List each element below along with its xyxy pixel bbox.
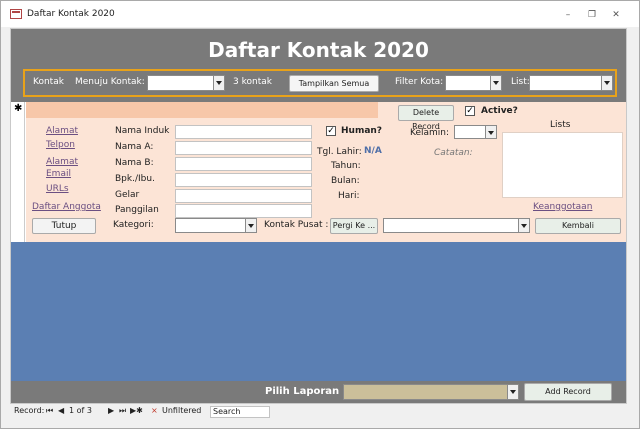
menuju-kontak-label: Menuju Kontak: (75, 77, 145, 87)
panggilan-label: Panggilan (115, 205, 159, 215)
chevron-down-icon[interactable] (485, 126, 496, 138)
list-combo[interactable] (529, 75, 613, 91)
active-checkbox[interactable]: ✓ (465, 106, 475, 116)
catatan-label: Catatan: (434, 148, 473, 158)
record-selector[interactable]: ✱ (11, 102, 25, 242)
kembali-button[interactable]: Kembali (535, 218, 621, 234)
pilih-laporan-combo[interactable] (343, 384, 519, 400)
record-position[interactable]: 1 of 3 (69, 406, 92, 415)
nama-b-field[interactable] (175, 157, 312, 171)
active-label: Active? (481, 106, 518, 116)
filter-status[interactable]: Unfiltered (162, 406, 201, 415)
bpk-field[interactable] (175, 173, 312, 187)
kontak-pusat-label: Kontak Pusat : (264, 220, 329, 230)
chevron-down-icon[interactable] (518, 219, 529, 232)
lists-label: Lists (550, 120, 571, 130)
record-panel: Alamat Telpon Alamat Email URLs Daftar A… (26, 102, 626, 242)
tgl-lahir-label: Tgl. Lahir: (317, 147, 362, 157)
gelar-field[interactable] (175, 189, 312, 203)
chevron-down-icon[interactable] (507, 385, 518, 399)
bulan-label: Bulan: (331, 176, 360, 186)
kategori-label: Kategori: (113, 220, 154, 230)
filter-icon: ⨯ (151, 406, 158, 415)
tahun-label: Tahun: (331, 161, 361, 171)
vertical-scrollbar[interactable] (627, 28, 639, 404)
telpon-link[interactable]: Telpon (46, 140, 75, 150)
nama-b-label: Nama B: (115, 158, 154, 168)
kontak-pusat-combo[interactable] (383, 218, 530, 233)
chevron-down-icon[interactable] (213, 76, 224, 90)
nama-a-label: Nama A: (115, 142, 154, 152)
search-box[interactable]: Search (210, 406, 270, 418)
kelamin-label: Kelamin: (410, 128, 450, 138)
menuju-kontak-combo[interactable] (147, 75, 225, 91)
next-record-icon[interactable]: ▶ (108, 406, 114, 415)
keanggotaan-link[interactable]: Keanggotaan (533, 202, 592, 212)
delete-record-button[interactable]: Delete Record (398, 105, 454, 131)
form-footer: Pilih Laporan > Add Record (11, 381, 626, 403)
first-record-icon[interactable]: ⏮ (46, 406, 53, 416)
new-record-nav-icon[interactable]: ▶✱ (130, 406, 143, 415)
restore-icon[interactable]: ❐ (587, 11, 597, 20)
add-record-button[interactable]: Add Record (524, 383, 612, 401)
gelar-label: Gelar (115, 190, 140, 200)
tutup-button[interactable]: Tutup (32, 218, 96, 234)
alamat-email-link[interactable]: Alamat Email (46, 156, 86, 180)
record-label: Record: (14, 406, 45, 415)
nama-induk-field[interactable] (175, 125, 312, 139)
window-title: Daftar Kontak 2020 (27, 9, 115, 19)
last-record-icon[interactable]: ⏭ (119, 406, 126, 416)
minimize-icon[interactable]: – (563, 11, 573, 20)
chevron-down-icon[interactable] (245, 219, 256, 232)
human-checkbox[interactable]: ✓ (326, 126, 336, 136)
human-label: Human? (341, 126, 383, 136)
form-icon (10, 9, 22, 19)
daftar-anggota-link[interactable]: Daftar Anggota (32, 202, 101, 212)
page-title: Daftar Kontak 2020 (208, 38, 429, 62)
header-toolbar: Kontak Menuju Kontak: 3 kontak Tampilkan… (23, 69, 617, 97)
lists-box[interactable] (502, 132, 623, 198)
pilih-laporan-label: Pilih Laporan > (265, 386, 352, 397)
form-detail: ✱ Alamat Telpon Alamat Email URLs Daftar… (11, 102, 626, 242)
title-bar: Daftar Kontak 2020 – ❐ ✕ (1, 1, 639, 27)
close-icon[interactable]: ✕ (611, 11, 621, 20)
filter-kota-combo[interactable] (445, 75, 502, 91)
record-navigation-bar: Record: ⏮ ◀ 1 of 3 ▶ ⏭ ▶✱ ⨯ Unfiltered S… (10, 405, 627, 419)
filter-kota-label: Filter Kota: (395, 77, 444, 87)
bpk-label: Bpk./Ibu. (115, 174, 155, 184)
new-record-icon: ✱ (14, 103, 23, 114)
app-window: Daftar Kontak 2020 – ❐ ✕ Daftar Kontak 2… (0, 0, 640, 429)
urls-link[interactable]: URLs (46, 184, 69, 194)
record-top-strip (26, 102, 378, 118)
nama-a-field[interactable] (175, 141, 312, 155)
kontak-label: Kontak (33, 77, 64, 87)
chevron-down-icon[interactable] (490, 76, 501, 90)
kategori-combo[interactable] (175, 218, 257, 233)
previous-record-icon[interactable]: ◀ (58, 406, 64, 415)
panggilan-field[interactable] (175, 204, 312, 218)
form-container: Daftar Kontak 2020 Kontak Menuju Kontak:… (10, 28, 627, 404)
pergi-ke-button[interactable]: Pergi Ke ... (330, 218, 378, 234)
kelamin-combo[interactable] (454, 125, 497, 139)
nama-induk-label: Nama Induk (115, 126, 170, 136)
list-label: List: (511, 77, 530, 87)
show-all-button[interactable]: Tampilkan Semua (289, 75, 379, 92)
hari-label: Hari: (338, 191, 360, 201)
chevron-down-icon[interactable] (601, 76, 612, 90)
alamat-link[interactable]: Alamat (46, 126, 78, 136)
form-header: Daftar Kontak 2020 Kontak Menuju Kontak:… (11, 29, 626, 102)
empty-detail-area (11, 242, 626, 381)
tgl-lahir-value: N/A (364, 146, 382, 156)
contact-count: 3 kontak (233, 77, 272, 87)
